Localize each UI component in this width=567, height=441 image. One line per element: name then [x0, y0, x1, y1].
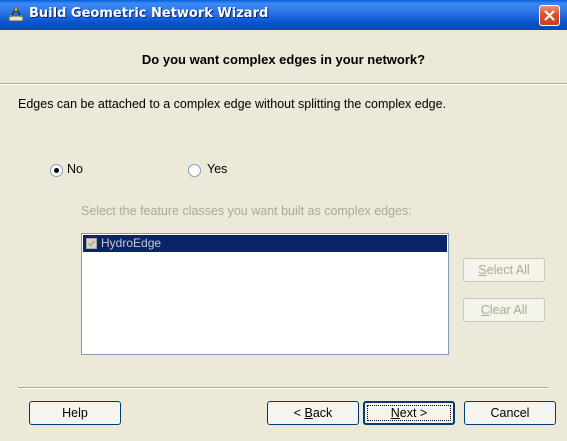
feature-classes-label: Select the feature classes you want buil… [81, 204, 412, 218]
title-bar[interactable]: Build Geometric Network Wizard [0, 0, 567, 30]
clear-all-label-post: lear All [489, 303, 528, 317]
list-item-label: HydroEdge [101, 236, 162, 250]
clear-all-mnemonic: C [480, 303, 490, 317]
select-all-button[interactable]: Select All [463, 258, 545, 282]
feature-class-list[interactable]: HydroEdge [81, 233, 449, 355]
wizard-window: Build Geometric Network Wizard Do you wa… [0, 0, 567, 441]
close-icon [544, 10, 555, 21]
select-all-mnemonic: S [478, 263, 487, 277]
radio-yes-label[interactable]: Yes [207, 162, 227, 176]
close-button[interactable] [539, 5, 560, 26]
page-heading: Do you want complex edges in your networ… [141, 52, 426, 67]
back-mnemonic: B [304, 406, 313, 420]
footer-divider [18, 387, 548, 389]
clear-all-button[interactable]: Clear All [463, 298, 545, 322]
cancel-button[interactable]: Cancel [464, 401, 556, 425]
window-title: Build Geometric Network Wizard [29, 6, 269, 21]
focus-rect [367, 405, 451, 421]
list-item[interactable]: HydroEdge [83, 235, 447, 252]
radio-yes[interactable] [188, 164, 201, 177]
network-wizard-icon [8, 7, 24, 23]
check-icon [88, 240, 95, 247]
description-text: Edges can be attached to a complex edge … [18, 97, 447, 111]
radio-no-label[interactable]: No [67, 162, 83, 176]
radio-no[interactable] [50, 164, 63, 177]
help-button[interactable]: Help [29, 401, 121, 425]
list-item-checkbox[interactable] [86, 238, 97, 249]
next-button[interactable]: Next > [363, 401, 455, 425]
back-button[interactable]: < Back [267, 401, 359, 425]
select-all-label-post: elect All [486, 263, 530, 277]
header-divider [0, 83, 567, 85]
back-label-post: ack [312, 406, 333, 420]
back-label-pre: < [293, 406, 305, 420]
